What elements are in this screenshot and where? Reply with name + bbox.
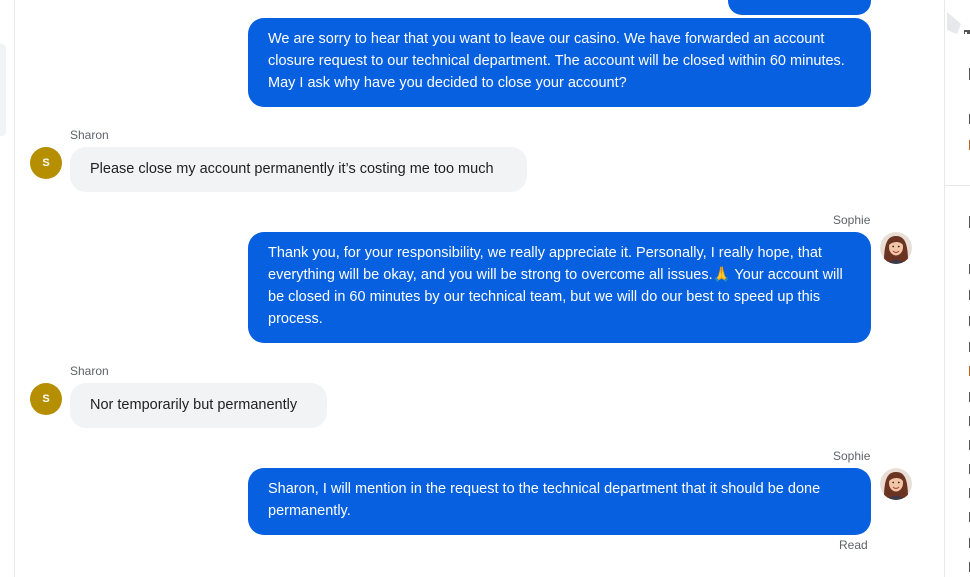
user-avatar: S bbox=[30, 147, 62, 179]
sender-name: Sharon bbox=[70, 128, 109, 142]
user-message-bubble: Please close my account permanently it’s… bbox=[70, 147, 527, 192]
sender-name: Sophie bbox=[833, 449, 871, 463]
read-status: Read bbox=[839, 538, 868, 552]
left-rail-tab[interactable] bbox=[0, 44, 6, 136]
user-avatar: S bbox=[30, 383, 62, 415]
window-corner-icon bbox=[947, 8, 970, 38]
sophie-avatar-photo-icon bbox=[880, 468, 912, 500]
right-panel-divider bbox=[945, 185, 970, 186]
message-text: Sharon, I will mention in the request to… bbox=[268, 481, 821, 519]
avatar-initial: S bbox=[42, 157, 50, 169]
sophie-avatar-photo-icon bbox=[880, 232, 912, 264]
user-message-bubble: Nor temporarily but permanently bbox=[70, 383, 327, 428]
left-rail bbox=[0, 0, 15, 577]
agent-message-bubble: Sharon, I will mention in the request to… bbox=[248, 468, 871, 535]
sender-name: Sophie bbox=[833, 213, 871, 227]
previous-message-bubble bbox=[728, 0, 871, 15]
message-text: Nor temporarily but permanently bbox=[90, 397, 298, 413]
chat-window: We are sorry to hear that you want to le… bbox=[0, 0, 970, 577]
agent-message-bubble: We are sorry to hear that you want to le… bbox=[248, 18, 871, 107]
message-text: We are sorry to hear that you want to le… bbox=[268, 31, 845, 91]
avatar-initial: S bbox=[42, 393, 50, 405]
right-panel bbox=[944, 0, 970, 577]
message-list[interactable]: We are sorry to hear that you want to le… bbox=[14, 0, 953, 577]
agent-message-bubble: Thank you, for your responsibility, we r… bbox=[248, 232, 871, 343]
message-text: Thank you, for your responsibility, we r… bbox=[268, 245, 843, 327]
message-text: Please close my account permanently it’s… bbox=[90, 161, 494, 177]
sender-name: Sharon bbox=[70, 364, 109, 378]
